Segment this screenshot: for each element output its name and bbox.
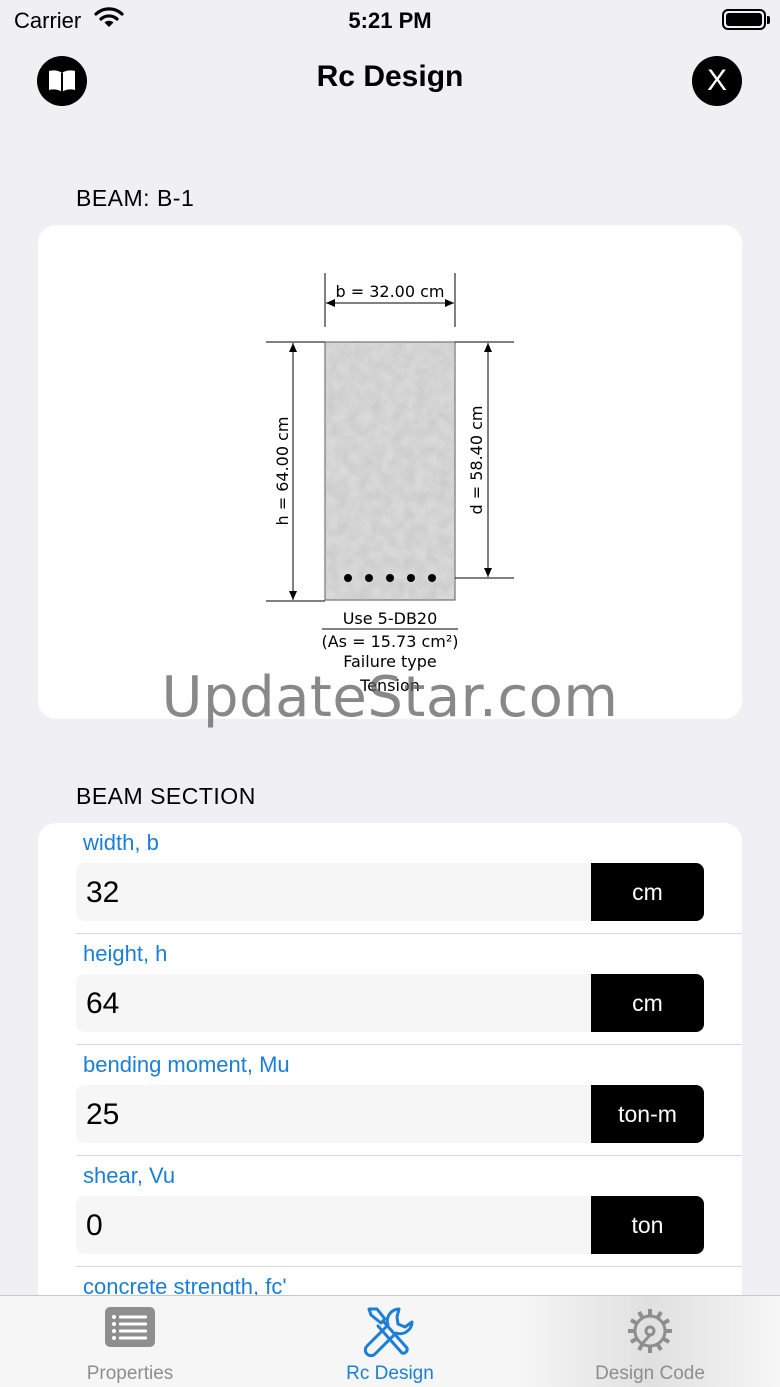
beam-diagram-card: b = 32.00 cm h = 64.00 cm d = 58.40 cm U… [38, 225, 742, 719]
gear-icon [628, 1309, 672, 1353]
width-dimension-label: b = 32.00 cm [335, 282, 444, 301]
tab-label: Rc Design [346, 1363, 434, 1384]
width-field: width, b 32 cm [38, 823, 742, 934]
steel-area-label: (As = 15.73 cm²) [321, 632, 458, 651]
rebar-label: Use 5-DB20 [343, 609, 438, 628]
unit-button[interactable]: ton [591, 1196, 704, 1254]
width-input[interactable]: 32 cm [76, 863, 704, 921]
tab-rc-design[interactable]: Rc Design [260, 1296, 520, 1387]
beam-section-title: BEAM: B-1 [76, 185, 195, 211]
field-value: 0 [86, 1209, 103, 1242]
rebar-dot [344, 574, 352, 582]
tools-icon [363, 1307, 414, 1358]
moment-input[interactable]: 25 ton-m [76, 1085, 704, 1143]
field-value: 32 [86, 876, 120, 909]
rebar-dot [428, 574, 436, 582]
field-value: 25 [86, 1098, 120, 1131]
page-title: Rc Design [316, 60, 464, 93]
height-field: height, h 64 cm [38, 934, 742, 1045]
close-button[interactable]: X [692, 56, 742, 106]
clock: 5:21 PM [348, 8, 432, 33]
tab-design-code[interactable]: Design Code [520, 1296, 780, 1387]
beam-diagram: b = 32.00 cm h = 64.00 cm d = 58.40 cm U… [266, 273, 514, 695]
depth-dimension-label: d = 58.40 cm [467, 405, 486, 514]
rebar-dot [407, 574, 415, 582]
status-bar: Carrier 5:21 PM [0, 0, 780, 40]
field-label: bending moment, Mu [83, 1052, 290, 1077]
tab-label: Design Code [595, 1363, 705, 1384]
concrete-strength-field: concrete strength, fc' [38, 1267, 742, 1295]
form-section-title: BEAM SECTION [76, 783, 256, 809]
list-icon [105, 1307, 155, 1347]
height-dimension-label: h = 64.00 cm [273, 417, 292, 526]
battery-icon [722, 9, 770, 30]
field-label: shear, Vu [83, 1163, 176, 1188]
unit-button[interactable]: cm [591, 974, 704, 1032]
watermark: UpdateStar.com [161, 665, 619, 730]
rebar-dot [386, 574, 394, 582]
unit-button[interactable]: ton-m [591, 1085, 704, 1143]
unit-button[interactable]: cm [591, 863, 704, 921]
shear-input[interactable]: 0 ton [76, 1196, 704, 1254]
rebar-dot [365, 574, 373, 582]
field-value: 64 [86, 987, 120, 1020]
tab-bar: Properties Rc Design Design Code [0, 1295, 780, 1387]
field-label: width, b [83, 830, 159, 855]
height-input[interactable]: 64 cm [76, 974, 704, 1032]
field-label: height, h [83, 941, 168, 966]
field-label: concrete strength, fc' [83, 1274, 287, 1295]
tab-properties[interactable]: Properties [0, 1296, 260, 1387]
tab-label: Properties [86, 1363, 174, 1384]
beam-section-form: width, b 32 cm height, h 64 cm bending m… [38, 823, 742, 1295]
moment-field: bending moment, Mu 25 ton-m [38, 1045, 742, 1156]
shear-field: shear, Vu 0 ton [38, 1156, 742, 1267]
